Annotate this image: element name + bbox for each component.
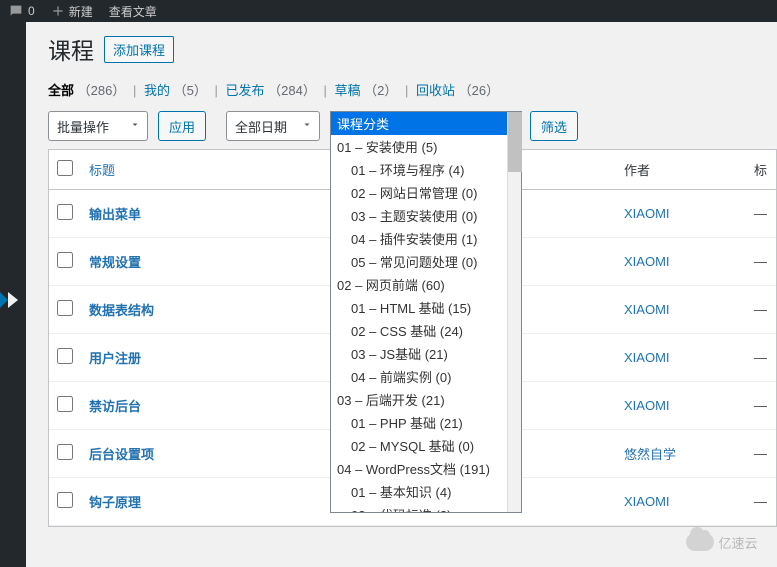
author-link[interactable]: XIAOMI: [624, 494, 670, 509]
post-title-link[interactable]: 用户注册: [89, 351, 141, 366]
category-option[interactable]: 01 – 安装使用 (5): [331, 135, 507, 158]
category-option[interactable]: 01 – HTML 基础 (15): [331, 296, 507, 319]
status-filters: 全部 （286） | 我的 （5） | 已发布 （284） | 草稿 （2） |…: [48, 80, 777, 99]
category-option[interactable]: 03 – JS基础 (21): [331, 342, 507, 365]
category-option[interactable]: 02 – 网站日常管理 (0): [331, 181, 507, 204]
new-label: 新建: [69, 3, 93, 20]
dropdown-scrollbar[interactable]: [507, 112, 521, 512]
row-checkbox[interactable]: [57, 252, 73, 268]
filter-all[interactable]: 全部: [48, 83, 74, 98]
category-cell: —: [746, 478, 776, 526]
row-checkbox[interactable]: [57, 444, 73, 460]
filter-draft[interactable]: 草稿: [334, 83, 360, 98]
add-new-button[interactable]: 添加课程: [104, 36, 174, 63]
column-category: 标: [746, 150, 776, 190]
category-cell: —: [746, 430, 776, 478]
category-option[interactable]: 02 – 代码标准 (2): [331, 503, 507, 512]
author-link[interactable]: XIAOMI: [624, 206, 670, 221]
admin-bar: 0 新建 查看文章: [0, 0, 777, 22]
filter-button[interactable]: 筛选: [530, 111, 578, 141]
sidebar-current-indicator: [0, 292, 8, 308]
comment-icon: [8, 3, 24, 19]
admin-bar-comments[interactable]: 0: [8, 3, 35, 19]
post-title-link[interactable]: 钩子原理: [89, 495, 141, 510]
category-option[interactable]: 03 – 主题安装使用 (0): [331, 204, 507, 227]
category-option[interactable]: 02 – 网页前端 (60): [331, 273, 507, 296]
author-link[interactable]: XIAOMI: [624, 398, 670, 413]
bulk-action-select[interactable]: 批量操作: [48, 111, 148, 141]
author-link[interactable]: XIAOMI: [624, 350, 670, 365]
category-cell: —: [746, 382, 776, 430]
apply-button[interactable]: 应用: [158, 111, 206, 141]
main-content: 课程 添加课程 全部 （286） | 我的 （5） | 已发布 （284） | …: [26, 22, 777, 527]
post-title-link[interactable]: 禁访后台: [89, 399, 141, 414]
category-option[interactable]: 02 – CSS 基础 (24): [331, 319, 507, 342]
filter-mine[interactable]: 我的: [144, 83, 170, 98]
post-title-link[interactable]: 后台设置项: [89, 447, 154, 462]
author-link[interactable]: XIAOMI: [624, 254, 670, 269]
row-checkbox[interactable]: [57, 492, 73, 508]
author-link[interactable]: 悠然自学: [624, 447, 676, 462]
admin-bar-new[interactable]: 新建: [51, 3, 93, 20]
row-checkbox[interactable]: [57, 396, 73, 412]
category-option[interactable]: 01 – PHP 基础 (21): [331, 411, 507, 434]
cloud-icon: [686, 533, 714, 551]
author-link[interactable]: XIAOMI: [624, 302, 670, 317]
chevron-down-icon: [129, 119, 141, 134]
admin-bar-view-posts[interactable]: 查看文章: [109, 3, 157, 20]
row-checkbox[interactable]: [57, 300, 73, 316]
select-all-header[interactable]: [49, 150, 81, 190]
date-select[interactable]: 全部日期: [226, 111, 320, 141]
row-checkbox[interactable]: [57, 204, 73, 220]
category-cell: —: [746, 334, 776, 382]
category-option[interactable]: 03 – 后端开发 (21): [331, 388, 507, 411]
scrollbar-thumb[interactable]: [508, 112, 522, 172]
post-title-link[interactable]: 常规设置: [89, 255, 141, 270]
category-option[interactable]: 04 – 插件安装使用 (1): [331, 227, 507, 250]
comments-count: 0: [28, 4, 35, 18]
chevron-down-icon: [301, 119, 313, 134]
category-option[interactable]: 02 – MYSQL 基础 (0): [331, 434, 507, 457]
plus-icon: [51, 4, 65, 18]
category-cell: —: [746, 190, 776, 238]
row-checkbox[interactable]: [57, 348, 73, 364]
post-title-link[interactable]: 输出菜单: [89, 207, 141, 222]
filter-published[interactable]: 已发布: [226, 83, 265, 98]
filter-trash[interactable]: 回收站: [416, 83, 455, 98]
category-option[interactable]: 课程分类: [331, 112, 507, 135]
category-dropdown: 课程分类01 – 安装使用 (5)01 – 环境与程序 (4)02 – 网站日常…: [330, 111, 522, 513]
watermark: 亿速云: [677, 527, 767, 557]
category-option[interactable]: 04 – WordPress文档 (191): [331, 457, 507, 480]
category-cell: —: [746, 286, 776, 334]
category-option[interactable]: 05 – 常见问题处理 (0): [331, 250, 507, 273]
tablenav: 批量操作 应用 全部日期 课程分类 课程分类01 – 安装使用 (5)01 – …: [48, 111, 777, 141]
post-title-link[interactable]: 数据表结构: [89, 303, 154, 318]
category-option[interactable]: 01 – 环境与程序 (4): [331, 158, 507, 181]
category-option[interactable]: 04 – 前端实例 (0): [331, 365, 507, 388]
select-all-checkbox[interactable]: [57, 160, 73, 176]
page-title: 课程: [48, 32, 94, 66]
category-cell: —: [746, 238, 776, 286]
column-author: 作者: [616, 150, 746, 190]
category-option[interactable]: 01 – 基本知识 (4): [331, 480, 507, 503]
